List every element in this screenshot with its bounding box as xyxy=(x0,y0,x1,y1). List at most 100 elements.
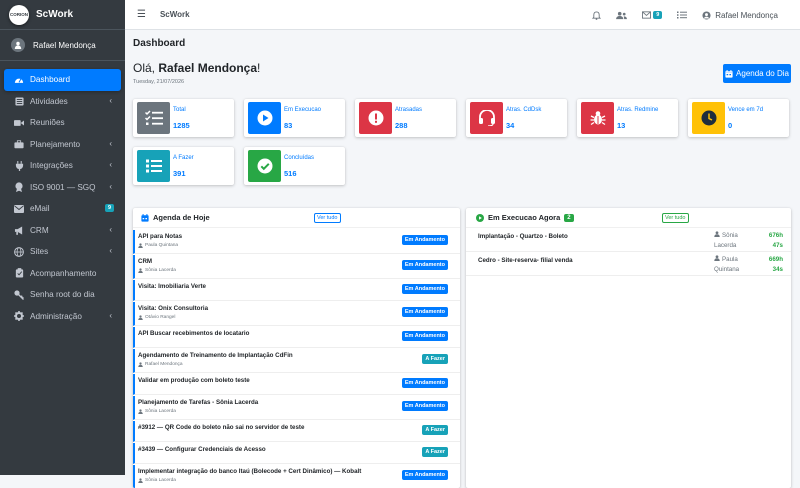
user-icon xyxy=(138,409,143,414)
agenda-item[interactable]: API Buscar recebimentos de locatario Em A… xyxy=(133,327,460,348)
execucao-count-badge: 2 xyxy=(564,213,574,222)
owner-first: Sônia xyxy=(722,232,738,239)
agenda-do-dia-button[interactable]: Agenda do Dia xyxy=(723,64,791,83)
info-box-em-execucao[interactable]: Em Execucao 83 xyxy=(244,99,345,137)
agenda-item-name: API Buscar recebimentos de locatario xyxy=(138,330,250,337)
headset-icon xyxy=(470,102,503,134)
sidebar-item-label: Integrações xyxy=(30,161,73,171)
messages-button[interactable]: 9 xyxy=(642,11,663,19)
execucao-item-owner: Paula Quintana xyxy=(714,255,754,275)
agenda-item-name: #3912 — QR Code do boleto não sai no ser… xyxy=(138,424,305,431)
certificate-icon xyxy=(13,182,25,193)
status-badge: Em Andamento xyxy=(401,307,448,317)
execucao-ver-tudo-button[interactable]: Ver tudo xyxy=(662,213,689,223)
play-circle-icon xyxy=(476,213,484,222)
sidebar-item-sites[interactable]: Sites ‹ xyxy=(4,241,121,263)
hours-elapsed: 34s xyxy=(772,266,783,273)
agenda-item[interactable]: Visita: Imobiliaria Verte Em Andamento xyxy=(133,280,460,301)
sidebar-nav: Dashboard Atividades ‹ Reuniões Planejamento… xyxy=(0,61,125,327)
agenda-do-dia-label: Agenda do Dia xyxy=(736,69,789,78)
agenda-item[interactable]: Agendamento de Treinamento de Implantaçã… xyxy=(133,349,460,373)
info-box-total[interactable]: Total 1285 xyxy=(133,99,234,137)
agenda-ver-tudo-button[interactable]: Ver tudo xyxy=(314,213,341,223)
sidebar-item-label: Administração xyxy=(30,311,82,321)
messages-badge: 9 xyxy=(653,11,663,19)
owner-first: Paula xyxy=(722,256,738,263)
chevron-left-icon: ‹ xyxy=(109,95,112,105)
info-box-value: 1285 xyxy=(173,121,190,130)
chevron-left-icon: ‹ xyxy=(109,246,112,255)
status-badge: A Fazer xyxy=(422,447,448,457)
sidebar-item-planejamento[interactable]: Planejamento ‹ xyxy=(4,134,121,156)
tachometer-icon xyxy=(13,75,25,84)
list-icon xyxy=(137,150,170,182)
agenda-item[interactable]: Planejamento de Tarefas - Sônia Lacerda S… xyxy=(133,396,460,420)
execucao-item-name: Implantação - Quartzo - Boleto xyxy=(478,233,568,240)
sidebar-item-acompanhamento[interactable]: Acompanhamento xyxy=(4,263,121,285)
globe-icon xyxy=(13,246,25,257)
agenda-item[interactable]: Validar em produção com boleto teste Em A… xyxy=(133,374,460,395)
users-icon[interactable] xyxy=(616,11,628,20)
sidebar-item-integrações[interactable]: Integrações ‹ xyxy=(4,155,121,177)
execucao-item-name: Cedro - Site-reserva- filial venda xyxy=(478,257,573,264)
info-box-atras-cddsk[interactable]: Atras. CdDsk 34 xyxy=(466,99,567,137)
tasks-list-icon[interactable] xyxy=(677,11,688,19)
envelope-icon xyxy=(642,11,652,19)
agenda-item[interactable]: #3439 — Configurar Credenciais de Acesso… xyxy=(133,443,460,464)
sidebar-item-administração[interactable]: Administração ‹ xyxy=(4,306,121,328)
agenda-item[interactable]: Visita: Onix Consultoria Otávio Rangel Em … xyxy=(133,302,460,326)
agenda-item[interactable]: API para Notas Paula Quintana Em Andamento xyxy=(133,230,460,254)
agenda-item-name: CRM xyxy=(138,258,153,265)
execucao-item-hours: 676h 47s xyxy=(769,231,783,251)
sidebar-item-reuniões[interactable]: Reuniões xyxy=(4,112,121,134)
hamburger-icon[interactable]: ☰ xyxy=(137,9,146,20)
chevron-left-icon: ‹ xyxy=(109,138,112,148)
info-box-atras-redmine[interactable]: Atras. Redmine 13 xyxy=(577,99,678,137)
sidebar-item-senha-root-do-dia[interactable]: Senha root do dia xyxy=(4,284,121,306)
sidebar-item-email[interactable]: eMail 9 xyxy=(4,198,121,220)
sidebar-item-label: CRM xyxy=(30,225,49,235)
agenda-item[interactable]: #3912 — QR Code do boleto não sai no ser… xyxy=(133,421,460,442)
agenda-item-owner: Otávio Rangel xyxy=(138,315,175,320)
envelope-icon xyxy=(13,204,25,213)
info-box-label: Atras. Redmine xyxy=(617,107,659,113)
checklist-icon xyxy=(137,102,170,134)
sidebar-user-name: Rafael Mendonça xyxy=(33,40,96,50)
topbar-title[interactable]: ScWork xyxy=(160,10,190,19)
agenda-item[interactable]: Implementar integração do banco Itaú (Bo… xyxy=(133,465,460,488)
agenda-item-name: Implementar integração do banco Itaú (Bo… xyxy=(138,468,362,475)
info-box-value: 83 xyxy=(284,121,293,130)
sidebar-item-atividades[interactable]: Atividades ‹ xyxy=(4,91,121,113)
status-badge: Em Andamento xyxy=(401,331,448,341)
execucao-item[interactable]: Cedro - Site-reserva- filial venda Paula Q… xyxy=(466,252,791,276)
agenda-item-owner-name: Sônia Lacerda xyxy=(145,409,176,414)
status-badge: A Fazer xyxy=(422,425,448,435)
user-icon xyxy=(138,478,143,483)
execucao-item[interactable]: Implantação - Quartzo - Boleto Sônia Lacer… xyxy=(466,228,791,252)
bell-icon[interactable] xyxy=(592,10,602,20)
agenda-item-name: Planejamento de Tarefas - Sônia Lacerda xyxy=(138,399,259,406)
video-icon xyxy=(13,119,25,127)
sidebar-item-dashboard[interactable]: Dashboard xyxy=(4,69,121,91)
info-box-value: 34 xyxy=(506,121,515,130)
sidebar-user[interactable]: Rafael Mendonça xyxy=(0,30,125,61)
brand[interactable]: CORION ScWork xyxy=(0,0,125,30)
agenda-title: Agenda de Hoje xyxy=(153,213,210,222)
sidebar-item-iso-9001-sgq[interactable]: ISO 9001 — SGQ ‹ xyxy=(4,177,121,199)
agenda-item[interactable]: CRM Sônia Lacerda Em Andamento xyxy=(133,255,460,279)
sidebar-item-label: Sites xyxy=(30,247,49,257)
sidebar-item-label: Acompanhamento xyxy=(30,268,97,278)
info-box-a-fazer[interactable]: A Fazer 391 xyxy=(133,147,234,185)
info-box-label: Total xyxy=(173,107,186,113)
sidebar-item-label: Reuniões xyxy=(30,118,65,128)
sidebar-item-crm[interactable]: CRM ‹ xyxy=(4,220,121,242)
info-box-vence-em-7d[interactable]: Vence em 7d 0 xyxy=(688,99,789,137)
agenda-item-name: Visita: Imobiliaria Verte xyxy=(138,283,206,290)
page-title: Dashboard xyxy=(133,38,186,49)
topbar-user-menu[interactable]: Rafael Mendonça xyxy=(702,11,778,20)
check-icon xyxy=(248,150,281,182)
brand-title: ScWork xyxy=(36,9,74,20)
hours-elapsed: 47s xyxy=(772,242,783,249)
info-box-concluídas[interactable]: Concluídas 516 xyxy=(244,147,345,185)
info-box-atrasadas[interactable]: Atrasadas 288 xyxy=(355,99,456,137)
